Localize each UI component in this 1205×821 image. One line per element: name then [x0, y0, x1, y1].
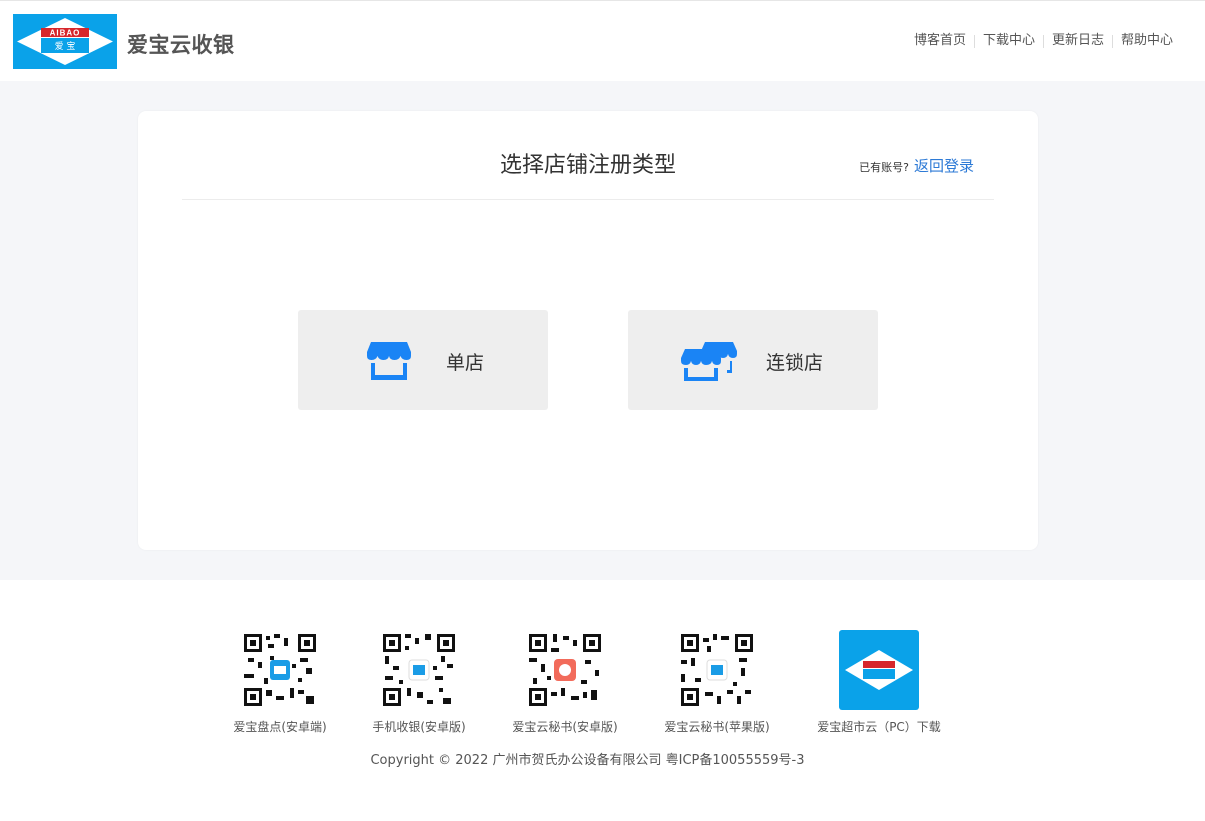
title-divider: [182, 199, 994, 200]
download-caption: 爱宝云秘书(安卓版): [512, 720, 618, 734]
download-caption: 手机收银(安卓版): [372, 720, 466, 734]
login-question: 已有账号?: [859, 161, 909, 174]
nav-help-center[interactable]: 帮助中心: [1113, 32, 1181, 50]
svg-text:AIBAO: AIBAO: [50, 29, 81, 38]
download-caption: 爱宝超市云（PC）下载: [817, 720, 941, 734]
site-header: AIBAO 爱 宝 爱宝云收银 博客首页 下载中心 更新日志 帮助中心: [0, 0, 1205, 81]
brand-name: 爱宝云收银: [127, 33, 235, 57]
aibao-logo-icon: [839, 630, 919, 710]
download-item[interactable]: 爱宝盘点(安卓端): [230, 630, 330, 735]
nav-download-center[interactable]: 下载中心: [975, 32, 1043, 50]
register-type-card: 选择店铺注册类型 已有账号? 返回登录 单店 连锁店: [138, 111, 1038, 550]
single-store-option[interactable]: 单店: [298, 310, 548, 410]
download-item[interactable]: 爱宝云秘书(安卓版): [505, 630, 625, 735]
download-caption: 爱宝云秘书(苹果版): [664, 720, 770, 734]
copyright-text: Copyright © 2022 广州市贺氏办公设备有限公司 粤ICP备1005…: [370, 753, 805, 768]
back-to-login-link[interactable]: 返回登录: [914, 155, 974, 176]
svg-text:爱 宝: 爱 宝: [55, 40, 76, 52]
single-store-label: 单店: [446, 352, 485, 374]
top-nav: 博客首页 下载中心 更新日志 帮助中心: [906, 32, 1181, 50]
download-item[interactable]: 手机收银(安卓版): [369, 630, 469, 735]
chain-store-icon: [680, 340, 740, 386]
login-hint: 已有账号? 返回登录: [859, 155, 974, 176]
nav-changelog[interactable]: 更新日志: [1044, 32, 1112, 50]
download-item[interactable]: 爱宝云秘书(苹果版): [657, 630, 777, 735]
nav-blog-home[interactable]: 博客首页: [906, 32, 974, 50]
download-caption: 爱宝盘点(安卓端): [233, 720, 327, 734]
qr-code-icon: [240, 630, 320, 710]
download-item[interactable]: 爱宝超市云（PC）下载: [808, 630, 950, 735]
chain-store-label: 连锁店: [766, 352, 824, 374]
aibao-logo-icon[interactable]: AIBAO 爱 宝: [13, 14, 117, 69]
store-icon: [366, 340, 412, 386]
qr-code-icon: [379, 630, 459, 710]
qr-code-icon: [525, 630, 605, 710]
download-section: 爱宝盘点(安卓端) 手机收银(安卓版) 爱宝云秘书(安卓版) 爱宝云秘书(苹果版…: [0, 630, 1205, 740]
qr-code-icon: [677, 630, 757, 710]
chain-store-option[interactable]: 连锁店: [628, 310, 878, 410]
